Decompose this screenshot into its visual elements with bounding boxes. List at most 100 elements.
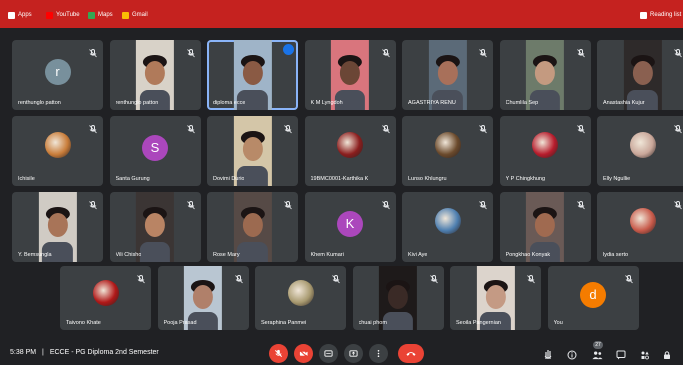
participant-name: Khem Kumari <box>310 252 344 258</box>
participant-avatar: r <box>44 58 71 85</box>
participant-name: Elly Ngullie <box>603 176 631 182</box>
bookmark-label: Maps <box>98 12 113 18</box>
participant-name: chuai phom <box>358 320 387 326</box>
present-button[interactable] <box>344 344 363 363</box>
participant-tile[interactable]: Y P Chingkhung <box>499 116 591 186</box>
bookmarks-bar: Apps YouTube Maps Gmail Reading list <box>0 0 683 28</box>
camera-off-button[interactable] <box>294 344 313 363</box>
bookmark-youtube[interactable]: YouTube <box>46 9 80 21</box>
participant-profile-photo <box>337 132 363 159</box>
mic-muted-icon <box>284 121 292 134</box>
participant-shoulders <box>382 312 414 330</box>
participant-name: 19BMC0001-Karthika K <box>310 176 369 182</box>
mic-muted-icon <box>576 121 585 134</box>
mic-muted-icon <box>89 45 97 58</box>
mic-muted-icon <box>429 271 438 284</box>
bookmark-gmail[interactable]: Gmail <box>122 9 148 21</box>
participant-tile[interactable]: chuai phom <box>352 266 444 330</box>
participant-grid: r renthunglo patton renthunglo patton diplo… <box>0 28 683 330</box>
participant-avatar: S <box>142 134 168 161</box>
participant-tile[interactable]: Seraphina Panmei <box>255 266 346 330</box>
participant-name: renthunglo patton <box>115 100 159 106</box>
participant-profile-photo <box>629 208 656 235</box>
info-button[interactable] <box>567 347 578 360</box>
participant-profile-photo <box>629 132 656 159</box>
participant-tile[interactable]: Seoila Pangernian <box>450 266 541 330</box>
participant-name: Lunso Khlungru <box>408 176 447 182</box>
apps-grid-icon <box>8 11 15 19</box>
participant-tile[interactable]: S Santa Gurung <box>109 116 201 186</box>
participant-name: K M Lyngdoh <box>310 100 343 106</box>
mic-muted-icon <box>674 45 682 58</box>
participant-tile[interactable]: Taivono Khate <box>60 266 151 330</box>
participant-tile[interactable]: r renthunglo patton <box>12 40 103 110</box>
participant-tile[interactable]: renthunglo patton <box>109 40 201 110</box>
captions-icon <box>324 349 333 358</box>
chat-button[interactable] <box>616 347 627 360</box>
participant-tile[interactable]: Lunso Khlungru <box>402 116 493 186</box>
captions-button[interactable] <box>319 344 338 363</box>
participant-tile[interactable]: d You <box>547 266 639 330</box>
bookmark-maps[interactable]: Maps <box>88 9 113 21</box>
participant-tile[interactable]: diploma ecce <box>207 40 298 110</box>
participant-name: renthunglo patton <box>18 100 61 106</box>
mic-muted-icon <box>674 197 682 210</box>
end-call-icon <box>405 349 417 358</box>
people-icon <box>592 347 603 364</box>
participant-tile[interactable]: Vili Chisho <box>109 192 201 262</box>
meeting-title: ECCE - PG Diploma 2nd Semester <box>49 349 159 356</box>
participant-tile[interactable]: Pooja Prasad <box>157 266 249 330</box>
mic-muted-icon <box>186 121 195 134</box>
info-icon <box>567 347 577 364</box>
reading-list-button[interactable]: Reading list <box>640 9 681 21</box>
mic-muted-icon <box>674 121 682 134</box>
more-options-button[interactable] <box>369 344 388 363</box>
activities-button[interactable] <box>640 347 651 360</box>
reading-list-label: Reading list <box>650 12 682 18</box>
mic-muted-icon <box>381 121 390 134</box>
youtube-icon <box>46 11 53 19</box>
participant-name: Pongkhao Konyak <box>505 252 551 258</box>
participant-tile[interactable]: Elly Ngullie <box>597 116 683 186</box>
tile-options-icon[interactable] <box>283 44 294 55</box>
participant-name: You <box>553 320 563 326</box>
leave-call-button[interactable] <box>398 344 424 363</box>
participant-tile[interactable]: 19BMC0001-Karthika K <box>304 116 396 186</box>
participant-tile[interactable]: lydia serto <box>597 192 683 262</box>
host-controls-button[interactable] <box>662 347 673 359</box>
participant-name: diploma ecce <box>213 100 246 106</box>
mic-muted-icon <box>186 45 195 58</box>
participant-tile[interactable]: Y. Bemsungla <box>12 192 103 262</box>
bookmark-apps[interactable]: Apps <box>8 9 32 21</box>
participant-tile[interactable]: Ichisile <box>12 116 103 186</box>
hand-raise-button[interactable] <box>543 347 554 359</box>
participant-name: Pooja Prasad <box>163 320 197 326</box>
participant-tile[interactable]: Anastashia Kujur <box>597 40 683 110</box>
bookmark-label: Gmail <box>132 12 148 18</box>
participant-tile[interactable]: K M Lyngdoh <box>304 40 396 110</box>
participant-tile[interactable]: K Khem Kumari <box>304 192 396 262</box>
participant-tile[interactable]: Kivi Aye <box>402 192 493 262</box>
avatar-initial: S <box>150 140 160 155</box>
participant-tile[interactable]: Dovimi Durio <box>207 116 298 186</box>
participant-face <box>145 61 165 85</box>
participant-profile-photo <box>44 132 71 159</box>
participant-face <box>340 61 360 85</box>
participant-tile[interactable]: AGASTRIYA RENU <box>402 40 493 110</box>
participant-face <box>485 285 506 310</box>
participant-face <box>388 285 408 310</box>
participant-count-badge: 27 <box>593 341 603 349</box>
mic-off-button[interactable] <box>269 344 288 363</box>
mic-muted-icon <box>332 271 340 284</box>
participant-name: Y. Bemsungla <box>18 252 52 258</box>
chat-icon <box>616 347 626 364</box>
meeting-control-bar: 5:38 PM | ECCE - PG Diploma 2nd Semester… <box>0 330 683 364</box>
participant-tile[interactable]: Pongkhao Konyak <box>499 192 591 262</box>
participant-profile-photo <box>532 132 558 159</box>
participant-name: Kivi Aye <box>408 252 428 258</box>
participant-tile[interactable]: Chumlila Sep <box>499 40 591 110</box>
participant-tile[interactable]: Rose Mary <box>207 192 298 262</box>
mic-muted-icon <box>381 45 390 58</box>
raise-hand-icon <box>543 347 553 364</box>
mic-muted-icon <box>479 121 487 134</box>
